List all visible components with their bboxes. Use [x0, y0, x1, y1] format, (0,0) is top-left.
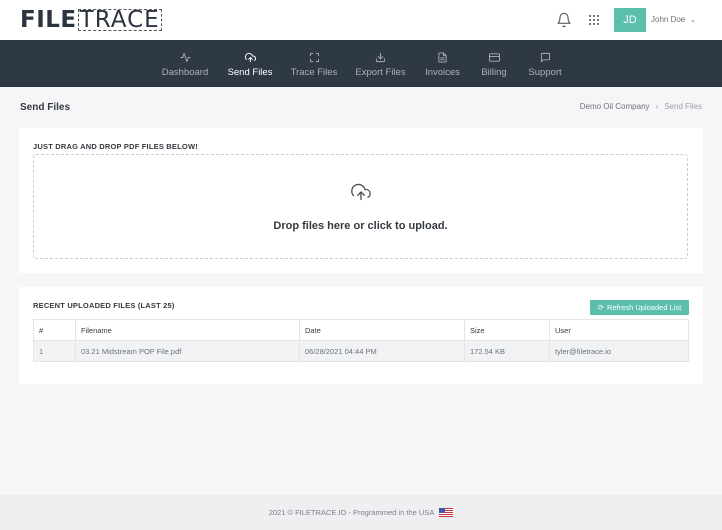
nav-item-invoices[interactable]: Invoices [425, 40, 460, 87]
maximize-icon [309, 52, 319, 63]
cell-date: 06/28/2021 04:44 PM [299, 340, 465, 362]
bell-icon[interactable] [556, 12, 572, 28]
cell-number: 1 [33, 340, 76, 362]
nav-item-label: Trace Files [290, 67, 338, 78]
logo[interactable]: FILE TRACE [20, 7, 162, 33]
refresh-button-label: Refresh Uploaded List [607, 303, 682, 312]
nav-item-billing[interactable]: Billing [480, 40, 508, 87]
breadcrumb-root[interactable]: Demo Oil Company [580, 102, 650, 111]
avatar[interactable]: JD [614, 8, 646, 32]
apps-grid-icon[interactable] [586, 12, 602, 28]
breadcrumb-separator: › [655, 102, 659, 111]
user-name[interactable]: John Doe [651, 15, 685, 24]
us-flag-icon [439, 508, 454, 517]
logo-text-file: FILE [20, 7, 77, 33]
file-text-icon [438, 52, 447, 63]
nav-item-export-files[interactable]: Export Files [355, 40, 406, 87]
recent-files-heading: RECENT UPLOADED FILES (LAST 25) [33, 301, 175, 310]
nav-item-label: Send Files [227, 67, 273, 78]
upload-card: JUST DRAG AND DROP PDF FILES BELOW! Drop… [19, 128, 703, 273]
nav-item-trace-files[interactable]: Trace Files [290, 40, 338, 87]
table-header-row: # Filename Date Size User [33, 319, 689, 341]
upload-heading: JUST DRAG AND DROP PDF FILES BELOW! [33, 142, 198, 151]
page-title: Send Files [20, 102, 71, 113]
download-icon [375, 52, 386, 63]
dropzone-message: Drop files here or click to upload. [273, 220, 448, 232]
nav-item-label: Dashboard [161, 67, 209, 78]
column-header-date[interactable]: Date [299, 319, 465, 341]
nav-item-dashboard[interactable]: Dashboard [162, 40, 208, 87]
nav-item-label: Billing [481, 67, 507, 78]
nav-item-label: Invoices [425, 67, 460, 78]
main-nav: Dashboard Send Files Trace Files Export … [0, 40, 722, 87]
refresh-uploaded-list-button[interactable]: ⟳ Refresh Uploaded List [590, 300, 689, 315]
activity-icon [179, 52, 191, 63]
file-dropzone[interactable]: Drop files here or click to upload. [33, 154, 688, 259]
chevron-down-icon[interactable]: ⌄ [690, 16, 696, 24]
cloud-upload-icon [244, 52, 256, 63]
logo-text-trace: TRACE [77, 7, 162, 33]
recent-files-table: # Filename Date Size User 1 03.21 Midstr… [33, 319, 689, 362]
top-bar: FILE TRACE JD John Doe ⌄ [0, 0, 722, 40]
cloud-upload-icon [351, 183, 371, 201]
cell-user: tyler@filetrace.io [549, 340, 689, 362]
cell-size: 172.54 KB [464, 340, 550, 362]
footer: 2021 © FILETRACE.IO - Programmed in the … [0, 495, 722, 530]
recent-files-card: RECENT UPLOADED FILES (LAST 25) ⟳ Refres… [19, 287, 703, 384]
nav-item-label: Export Files [355, 67, 406, 78]
column-header-user[interactable]: User [549, 319, 689, 341]
nav-item-send-files[interactable]: Send Files [227, 40, 273, 87]
breadcrumb: Demo Oil Company › Send Files [580, 102, 702, 111]
footer-text: 2021 © FILETRACE.IO - Programmed in the … [268, 508, 435, 517]
cell-filename: 03.21 Midstream POP File.pdf [75, 340, 300, 362]
message-square-icon [540, 52, 550, 63]
column-header-filename[interactable]: Filename [75, 319, 300, 341]
nav-item-support[interactable]: Support [528, 40, 562, 87]
refresh-icon: ⟳ [597, 303, 605, 312]
column-header-size[interactable]: Size [464, 319, 550, 341]
nav-item-label: Support [528, 67, 562, 78]
column-header-number[interactable]: # [33, 319, 76, 341]
credit-card-icon [488, 53, 500, 62]
breadcrumb-current: Send Files [664, 102, 702, 111]
table-row[interactable]: 1 03.21 Midstream POP File.pdf 06/28/202… [33, 340, 689, 362]
